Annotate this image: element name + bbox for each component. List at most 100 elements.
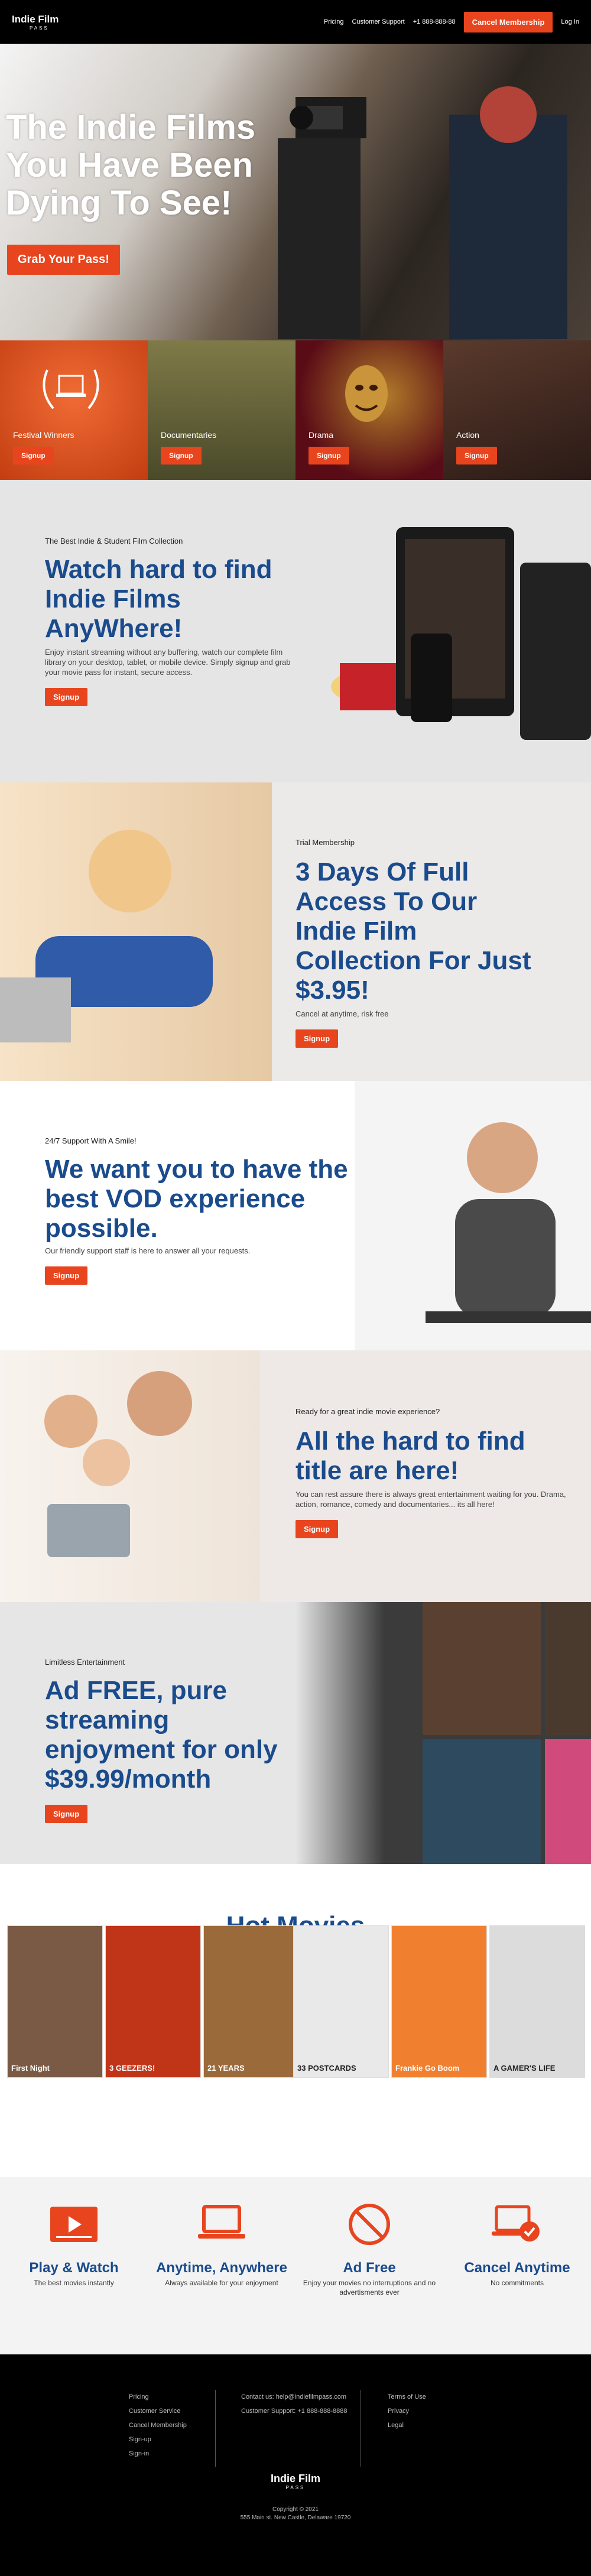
movie-poster[interactable]: First Night <box>7 1925 103 2078</box>
section-hard-to-find: Ready for a great indie movie experience… <box>0 1350 591 1602</box>
section-kicker: Limitless Entertainment <box>45 1658 125 1667</box>
movie-poster[interactable]: Frankie Go Boom <box>391 1925 487 2078</box>
feature-cancel: Cancel Anytime No commitments <box>443 2201 591 2288</box>
nav-pricing[interactable]: Pricing <box>324 18 344 25</box>
feature-title: Ad Free <box>343 2260 396 2276</box>
movie-poster[interactable]: A GAMER'S LIFE <box>489 1925 585 2078</box>
signup-button[interactable]: Signup <box>161 447 202 464</box>
footer-col-links: Pricing Customer Service Cancel Membersh… <box>129 2390 187 2461</box>
footer-link-pricing[interactable]: Pricing <box>129 2390 187 2404</box>
section-kicker: Trial Membership <box>296 838 355 847</box>
footer-logo-text: Indie Film <box>270 2473 320 2484</box>
movie-poster[interactable]: 21 YEARS <box>203 1925 299 2078</box>
section-kicker: Ready for a great indie movie experience… <box>296 1407 440 1416</box>
no-ads-icon <box>343 2201 396 2248</box>
support-agent-image <box>355 1081 591 1350</box>
theater-masks-icon <box>345 365 388 422</box>
category-festival-winners[interactable]: Festival Winners Signup <box>0 340 148 480</box>
section-kicker: The Best Indie & Student Film Collection <box>45 537 183 545</box>
footer-contact-phone[interactable]: Customer Support: +1 888-888-8888 <box>241 2404 347 2418</box>
footer-link-signin[interactable]: Sign-in <box>129 2447 187 2461</box>
signup-button[interactable]: Signup <box>13 447 54 464</box>
features-row: Play & Watch The best movies instantly A… <box>0 2177 591 2354</box>
cancel-laptop-icon <box>491 2201 544 2248</box>
logo-sub: PASS <box>30 25 49 31</box>
section-trial: Trial Membership 3 Days Of Full Access T… <box>0 782 591 1081</box>
play-window-icon <box>47 2201 100 2248</box>
category-documentaries[interactable]: Documentaries Signup <box>148 340 296 480</box>
section-headline: Watch hard to find Indie Films AnyWhere! <box>45 555 272 643</box>
feature-title: Anytime, Anywhere <box>156 2260 287 2276</box>
section-support: 24/7 Support With A Smile! We want you t… <box>0 1081 591 1350</box>
signup-button[interactable]: Signup <box>309 447 349 464</box>
signup-button[interactable]: Signup <box>456 447 497 464</box>
category-action[interactable]: Action Signup <box>443 340 591 480</box>
copyright: Copyright © 2021 <box>272 2506 319 2513</box>
category-drama[interactable]: Drama Signup <box>296 340 443 480</box>
signup-button[interactable]: Signup <box>45 1266 88 1285</box>
section-body: Cancel at anytime, risk free <box>296 1009 389 1018</box>
section-body: Our friendly support staff is here to an… <box>45 1246 251 1255</box>
signup-button[interactable]: Signup <box>45 688 88 706</box>
footer-link-cancel-membership[interactable]: Cancel Membership <box>129 2418 187 2432</box>
footer-logo[interactable]: Indie Film PASS <box>0 2473 591 2490</box>
footer-link-privacy[interactable]: Privacy <box>388 2404 426 2418</box>
feature-play-watch: Play & Watch The best movies instantly <box>0 2201 148 2288</box>
hot-movies: Hot Movies First Night 3 GEEZERS! 21 YEA… <box>0 1864 591 2177</box>
section-watch-anywhere: The Best Indie & Student Film Collection… <box>0 480 591 782</box>
category-label: Festival Winners <box>13 430 74 440</box>
feature-desc: Always available for your enjoyment <box>165 2279 278 2287</box>
logo-text: Indie Film <box>12 13 59 25</box>
nav-links: Pricing Customer Support +1 888-888-88 C… <box>324 11 579 33</box>
category-label: Action <box>456 430 479 440</box>
footer-link-terms[interactable]: Terms of Use <box>388 2390 426 2404</box>
feature-title: Cancel Anytime <box>464 2260 570 2276</box>
feature-desc: The best movies instantly <box>34 2279 114 2287</box>
footer-contact-email[interactable]: Contact us: help@indiefilmpass.com <box>241 2390 347 2404</box>
section-headline: Ad FREE, pure streaming enjoyment for on… <box>45 1676 278 1794</box>
section-headline: We want you to have the best VOD experie… <box>45 1155 348 1243</box>
footer-link-customer-service[interactable]: Customer Service <box>129 2404 187 2418</box>
footer-link-legal[interactable]: Legal <box>388 2418 426 2432</box>
hero: The Indie Films You Have Been Dying To S… <box>0 44 591 340</box>
laurel-award-icon <box>43 369 99 410</box>
category-label: Drama <box>309 430 334 440</box>
address: 555 Main st. New Castle, Delaware 19720 <box>240 2515 351 2521</box>
feature-desc: Enjoy your movies no interruptions and n… <box>303 2279 436 2296</box>
section-ad-free: Limitless Entertainment Ad FREE, pure st… <box>0 1602 591 1864</box>
section-kicker: 24/7 Support With A Smile! <box>45 1136 137 1145</box>
footer-link-signup[interactable]: Sign-up <box>129 2432 187 2447</box>
feature-ad-free: Ad Free Enjoy your movies no interruptio… <box>296 2201 443 2297</box>
nav-phone[interactable]: +1 888-888-88 <box>413 18 456 25</box>
footer: Pricing Customer Service Cancel Membersh… <box>0 2354 591 2576</box>
section-body: Enjoy instant streaming without any buff… <box>45 648 291 677</box>
movie-poster[interactable]: 3 GEEZERS! <box>105 1925 201 2078</box>
category-label: Documentaries <box>161 430 217 440</box>
footer-logo-sub: PASS <box>285 2485 306 2490</box>
signup-button[interactable]: Signup <box>296 1029 339 1048</box>
cancel-membership-button[interactable]: Cancel Membership <box>463 11 553 33</box>
section-body: You can rest assure there is always grea… <box>296 1490 566 1509</box>
login-link[interactable]: Log In <box>561 18 579 25</box>
logo[interactable]: Indie Film PASS <box>12 14 59 31</box>
feature-title: Play & Watch <box>29 2260 119 2276</box>
feature-anytime: Anytime, Anywhere Always available for y… <box>148 2201 296 2288</box>
section-headline: All the hard to find title are here! <box>296 1427 525 1485</box>
family-tablet-image <box>0 1350 260 1602</box>
nav-customer-support[interactable]: Customer Support <box>352 18 404 25</box>
top-nav: Indie Film PASS Pricing Customer Support… <box>0 0 591 44</box>
footer-col-legal: Terms of Use Privacy Legal <box>388 2390 426 2432</box>
grab-your-pass-button[interactable]: Grab Your Pass! <box>7 245 120 275</box>
movie-poster[interactable]: 33 POSTCARDS <box>293 1925 389 2078</box>
movie-stills-collage <box>296 1602 591 1864</box>
feature-desc: No commitments <box>490 2279 544 2287</box>
footer-divider <box>215 2390 216 2467</box>
signup-button[interactable]: Signup <box>45 1805 88 1823</box>
devices-image <box>331 527 591 740</box>
woman-laptop-image <box>0 782 272 1081</box>
signup-button[interactable]: Signup <box>296 1520 339 1538</box>
section-headline: 3 Days Of Full Access To Our Indie Film … <box>296 857 531 1005</box>
footer-col-contact: Contact us: help@indiefilmpass.com Custo… <box>241 2390 347 2418</box>
hero-headline: The Indie Films You Have Been Dying To S… <box>6 108 256 222</box>
category-tiles: Festival Winners Signup Documentaries Si… <box>0 340 591 480</box>
